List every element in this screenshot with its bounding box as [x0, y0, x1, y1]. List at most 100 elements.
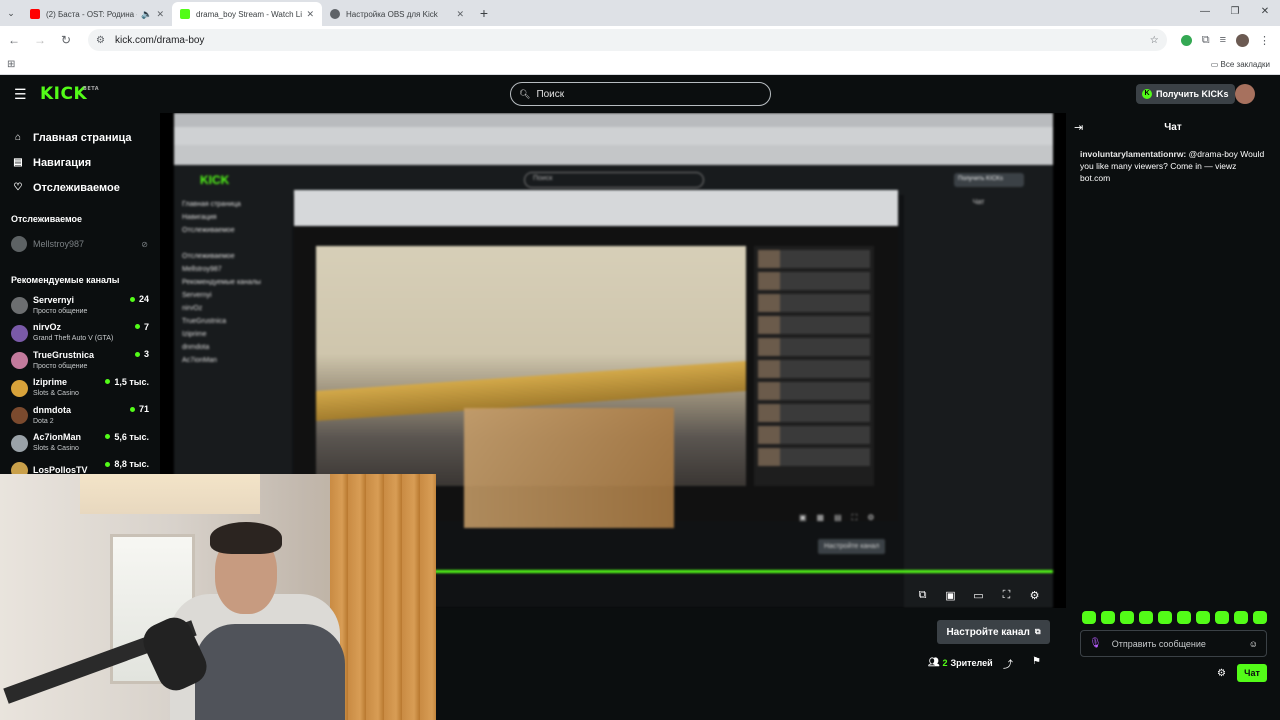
nav-browse[interactable]: ▤ Навигация	[0, 150, 160, 175]
sidebar-channel-item[interactable]: nirvOz Grand Theft Auto V (GTA) 7	[0, 320, 160, 348]
kick-favicon-icon	[180, 9, 190, 19]
menu-kebab-icon[interactable]: ⋮	[1259, 34, 1270, 47]
close-tab-icon[interactable]: ✕	[456, 9, 464, 20]
viewer-count: 👥︎ 2 Зрителей	[928, 657, 993, 668]
nav-home[interactable]: ⌂ Главная страница	[0, 125, 160, 150]
close-tab-icon[interactable]: ✕	[306, 9, 314, 20]
webcam-person-hair	[210, 522, 282, 554]
chat-send-button[interactable]: Чат	[1237, 664, 1267, 682]
tab-kick[interactable]: drama_boy Stream - Watch Live on Kick ✕	[172, 2, 322, 26]
channel-viewers: 8,8 тыс.	[105, 459, 149, 469]
emote-icon[interactable]	[1139, 611, 1153, 624]
apps-grid-icon[interactable]: ⊞	[7, 59, 15, 70]
close-tab-icon[interactable]: ✕	[156, 9, 164, 20]
tab-title: drama_boy Stream - Watch Live on Kick	[196, 9, 302, 19]
tab-obs[interactable]: Настройка OBS для Kick ✕	[322, 2, 472, 26]
stream-webcam-echo	[464, 408, 674, 528]
kick-logo[interactable]: KICK BETA	[40, 84, 99, 104]
sidebar-channel-item[interactable]: Ac7ionMan Slots & Casino 5,6 тыс.	[0, 430, 160, 458]
settings-gear-icon[interactable]: ⚙	[1027, 589, 1042, 602]
share-icon[interactable]: ⤴	[1003, 656, 1013, 671]
channel-info: Ac7ionMan Slots & Casino	[33, 432, 81, 454]
folder-icon: ▭	[1210, 59, 1221, 69]
channel-category: Slots & Casino	[33, 445, 79, 453]
search-input[interactable]: 🔍︎ Поиск	[510, 82, 771, 106]
media-controls-icon[interactable]: ≡	[1220, 34, 1226, 46]
tab-search-icon[interactable]: ⌄	[0, 8, 22, 19]
site-info-icon[interactable]: ⚙	[96, 35, 105, 46]
browser-tab-bar: ⌄ (2) Баста - OST: Родина - YouTube 🔈 ✕ …	[0, 0, 1280, 26]
all-bookmarks-link[interactable]: ▭ Все закладки	[1211, 60, 1270, 69]
reload-icon[interactable]: ↻	[54, 33, 78, 47]
stream-kick-logo: KICK	[200, 173, 230, 187]
sidebar-channel-item[interactable]: Iziprime Slots & Casino 1,5 тыс.	[0, 375, 160, 403]
viewers-icon: 👥︎	[928, 657, 940, 667]
webcam-overlay	[0, 474, 436, 720]
window-controls: — ❐ ✕	[1190, 0, 1280, 24]
emote-icon[interactable]	[1177, 611, 1191, 624]
emote-icon[interactable]	[1234, 611, 1248, 624]
nav-home-label: Главная страница	[33, 131, 132, 144]
emote-icon[interactable]	[1101, 611, 1115, 624]
emote-icon[interactable]	[1158, 611, 1172, 624]
recommended-section-title: Рекомендуемые каналы	[11, 275, 120, 285]
chat-message-input[interactable]: 🎙︎ Отправить сообщение ☺	[1080, 630, 1267, 657]
channel-name: Mellstroy987	[33, 239, 85, 249]
close-window-icon[interactable]: ✕	[1250, 0, 1280, 24]
channel-avatar	[11, 297, 28, 315]
webcam-person-body	[195, 624, 345, 720]
emote-icon[interactable]	[1082, 611, 1096, 624]
extensions-puzzle-icon[interactable]: ⧉	[1202, 34, 1210, 47]
back-icon[interactable]: ←	[2, 33, 26, 47]
clip-icon[interactable]: ▣	[943, 589, 958, 602]
nav-following[interactable]: ♡ Отслеживаемое	[0, 175, 160, 200]
main-nav: ⌂ Главная страница ▤ Навигация ♡ Отслеживае…	[0, 113, 160, 200]
fullscreen-icon[interactable]: ⛶	[999, 589, 1014, 602]
search-placeholder: Поиск	[536, 88, 565, 100]
tab-youtube[interactable]: (2) Баста - OST: Родина - YouTube 🔈 ✕	[22, 2, 172, 26]
viewers-number: 2	[942, 657, 948, 668]
channel-viewers: 1,5 тыс.	[105, 377, 149, 387]
address-bar[interactable]: ⚙ kick.com/drama-boy ☆	[88, 29, 1167, 51]
minimize-icon[interactable]: —	[1190, 0, 1220, 24]
extension-icon[interactable]	[1180, 34, 1192, 46]
profile-avatar[interactable]	[1236, 33, 1249, 47]
sidebar-channel-item[interactable]: dnmdota Dota 2 71	[0, 402, 160, 430]
sidebar-channel-item[interactable]: Servernyi Просто общение 24	[0, 292, 160, 320]
tab-title: (2) Баста - OST: Родина - YouTube	[46, 9, 137, 19]
chat-username[interactable]: involuntarylamentationrw:	[1080, 149, 1186, 159]
forward-icon[interactable]: →	[28, 33, 52, 47]
user-avatar[interactable]	[1235, 84, 1255, 104]
bookmark-star-icon[interactable]: ☆	[1150, 35, 1159, 46]
sidebar-channel-item[interactable]: TrueGrustnica Просто общение 3	[0, 347, 160, 375]
emote-icon[interactable]	[1215, 611, 1229, 624]
following-channel[interactable]: Mellstroy987 ⊘	[0, 234, 160, 254]
collapse-chat-icon[interactable]: ⇥	[1074, 121, 1083, 134]
emote-icon[interactable]	[1253, 611, 1267, 624]
pip-icon[interactable]: ⧉	[915, 589, 930, 602]
emoji-icon[interactable]: ☺	[1249, 639, 1258, 649]
new-tab-button[interactable]: +	[472, 5, 496, 21]
channel-viewers: 24	[130, 294, 149, 304]
webcam-ceiling	[80, 474, 260, 514]
report-icon[interactable]: ⚑	[1032, 656, 1041, 667]
viewers-label: Зрителей	[950, 657, 993, 668]
emote-icon[interactable]	[1120, 611, 1134, 624]
chat-title: Чат	[1164, 121, 1182, 133]
maximize-icon[interactable]: ❐	[1220, 0, 1250, 24]
microphone-icon[interactable]: 🎙︎	[1089, 638, 1102, 649]
channel-name: nirvOz	[33, 322, 62, 333]
hamburger-menu-icon[interactable]: ☰	[14, 86, 28, 103]
get-kicks-button[interactable]: K Получить KICKs	[1136, 84, 1235, 104]
channel-avatar	[11, 236, 27, 252]
channel-category: Просто общение	[33, 362, 88, 370]
logo-text: KICK	[40, 84, 88, 104]
mute-icon[interactable]: 🔈	[141, 9, 152, 20]
setup-channel-button[interactable]: Настройте канал ⧉	[937, 620, 1050, 644]
theater-mode-icon[interactable]: ▭	[971, 589, 986, 602]
stream-get-kicks: Получить KICKs	[954, 173, 1024, 187]
emote-icon[interactable]	[1196, 611, 1210, 624]
setup-channel-label: Настройте канал	[946, 626, 1030, 638]
channel-avatar	[11, 379, 28, 397]
chat-settings-icon[interactable]: ⚙	[1217, 668, 1226, 679]
